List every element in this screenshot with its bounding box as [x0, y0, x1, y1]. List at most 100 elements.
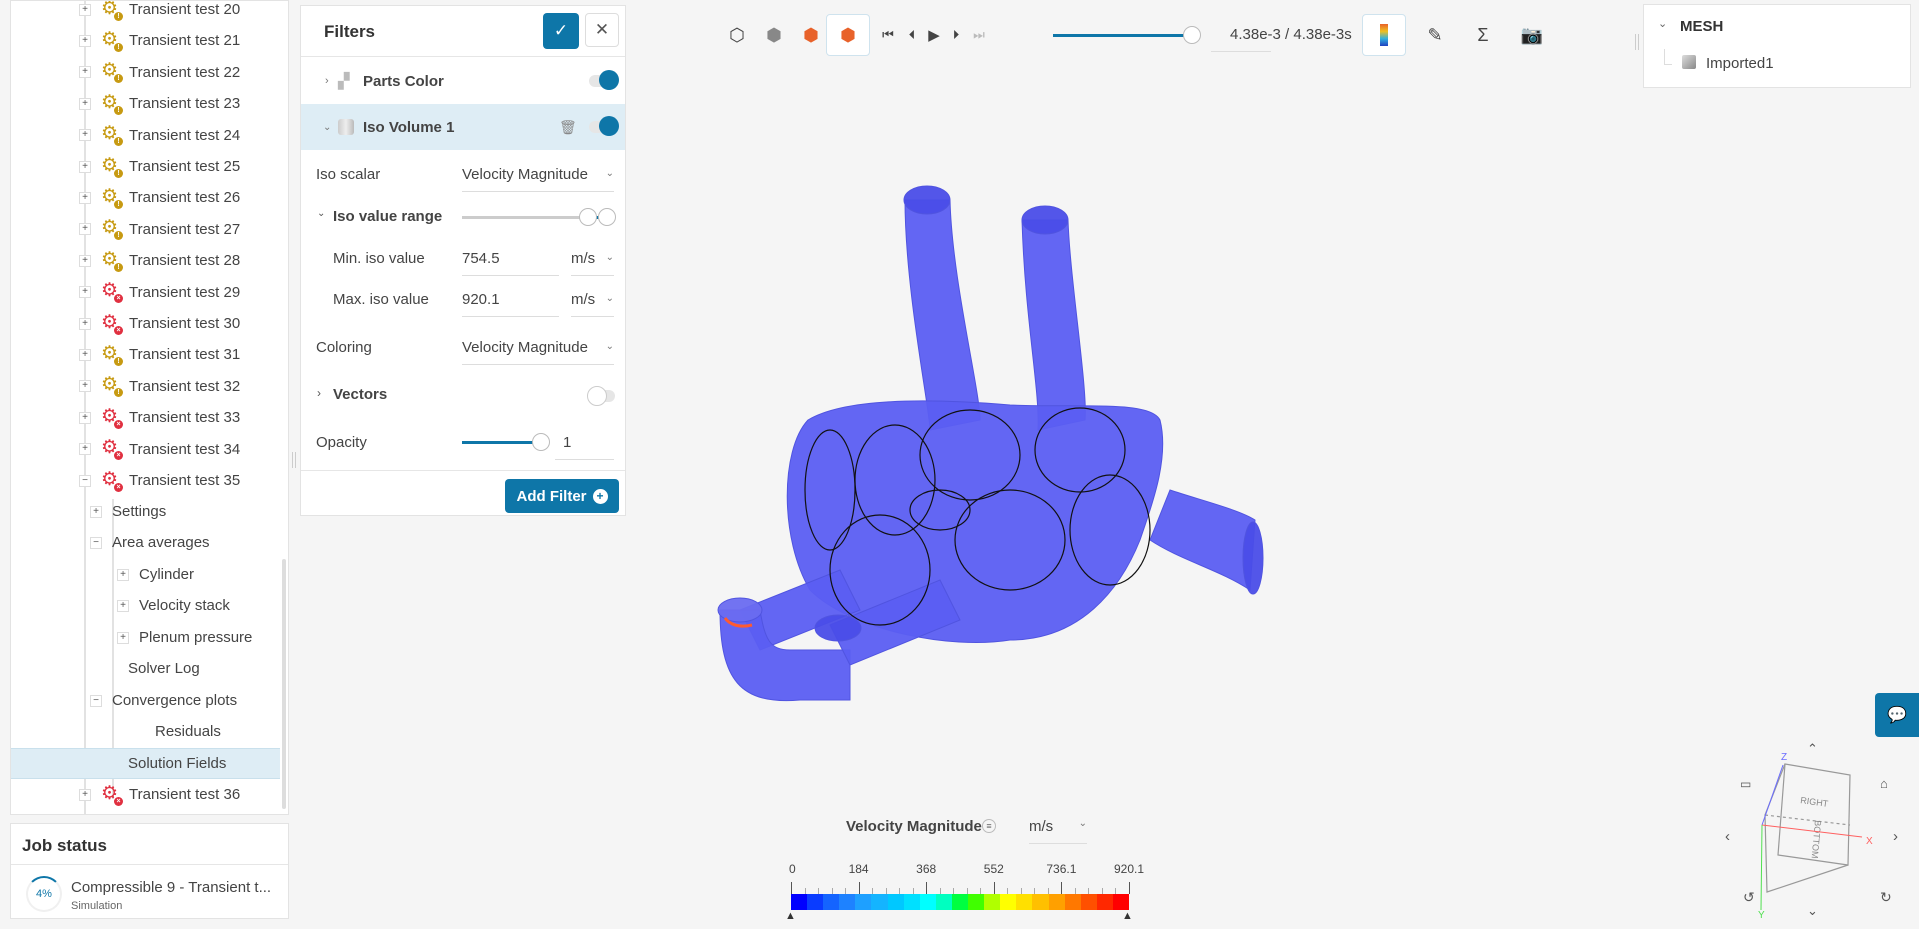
expand-icon[interactable]: + [79, 411, 91, 424]
tree-item-test[interactable]: + ⚙ × Transient test 30 [79, 308, 240, 339]
expand-icon[interactable]: + [79, 286, 91, 299]
legend-menu-icon[interactable]: ≡ [982, 819, 996, 833]
legend-unit-select[interactable]: m/s ⌄ [1029, 818, 1087, 844]
tree-item-convergence-plots[interactable]: − Convergence plots [90, 685, 237, 716]
expand-icon[interactable]: + [117, 631, 129, 644]
expand-icon[interactable]: + [79, 788, 91, 801]
expand-icon[interactable]: + [79, 129, 91, 142]
value: 1 [563, 434, 572, 451]
tree-item-test[interactable]: + ⚙ × Transient test 33 [79, 402, 240, 433]
trash-icon[interactable]: 🗑 [559, 119, 577, 136]
tree-item-solver-log[interactable]: Solver Log [128, 653, 200, 684]
tree-item-area-averages[interactable]: − Area averages [90, 527, 210, 558]
tree-item-test[interactable]: − ⚙ × Transient test 35 [79, 465, 240, 496]
min-iso-input[interactable]: 754.5 [462, 250, 559, 276]
tree-item-residuals[interactable]: Residuals [155, 716, 221, 747]
edges-view-button[interactable]: ⬢ [826, 14, 870, 56]
tree-item-test[interactable]: + ⚙! Transient test 32 [79, 371, 240, 402]
model-viewport[interactable] [680, 170, 1280, 730]
range-max-handle[interactable] [598, 208, 616, 226]
tree-item-test[interactable]: + ⚙! Transient test 26 [79, 182, 240, 213]
add-filter-button[interactable]: Add Filter + [505, 479, 619, 513]
max-iso-input[interactable]: 920.1 [462, 291, 559, 317]
tree-item-settings[interactable]: + Settings [90, 496, 166, 527]
vectors-toggle[interactable] [587, 386, 615, 406]
tree-item-velocity-stack[interactable]: + Velocity stack [117, 590, 230, 621]
chevron-down-icon[interactable]: ⌄ [323, 122, 331, 133]
collapse-icon[interactable]: − [79, 474, 91, 487]
collapse-icon[interactable]: − [90, 694, 102, 707]
apply-button[interactable]: ✓ [543, 13, 579, 49]
parts-color-toggle[interactable] [589, 70, 619, 90]
filter-parts-color[interactable]: › ▞ Parts Color [301, 58, 625, 104]
min-marker-icon[interactable]: ▲ [785, 910, 796, 922]
chevron-right-icon[interactable]: › [317, 386, 321, 400]
tree-item-test[interactable]: + ⚙! Transient test 23 [79, 88, 240, 119]
filter-iso-volume[interactable]: ⌄ Iso Volume 1 🗑 [301, 104, 625, 150]
tree-item-test[interactable]: + ⚙! Transient test 21 [79, 25, 240, 56]
label: Transient test 33 [129, 409, 241, 427]
tree-item-solution-fields[interactable]: Solution Fields [11, 748, 280, 779]
expand-icon[interactable]: + [79, 443, 91, 456]
opacity-input[interactable]: 1 [555, 434, 614, 460]
tree-item-test[interactable]: + ⚙ × Transient test 29 [79, 277, 240, 308]
coloring-select[interactable]: Velocity Magnitude ⌄ [462, 339, 614, 365]
legend-toggle-button[interactable] [1362, 14, 1406, 56]
chevron-down-icon[interactable]: ⌄ [1658, 17, 1667, 30]
play-button[interactable]: ▶ [922, 14, 946, 56]
collapse-icon[interactable]: − [90, 536, 102, 549]
chevron-right-icon[interactable]: › [325, 75, 329, 87]
expand-icon[interactable]: + [117, 568, 129, 581]
screenshot-button[interactable]: 📷 [1510, 14, 1554, 56]
mesh-item-imported1[interactable]: Imported1 [1706, 55, 1774, 72]
time-handle[interactable] [1183, 26, 1201, 44]
expand-icon[interactable]: + [79, 348, 91, 361]
tree-item-test-36[interactable]: + ⚙ × Transient test 36 [79, 779, 240, 810]
resize-handle[interactable] [292, 452, 296, 468]
expand-icon[interactable]: + [79, 254, 91, 267]
tree-item-test[interactable]: + ⚙! Transient test 28 [79, 245, 240, 276]
expand-icon[interactable]: + [79, 34, 91, 47]
statistics-button[interactable]: Σ [1461, 14, 1505, 56]
tree-item-test[interactable]: + ⚙! Transient test 20 [79, 1, 240, 25]
expand-icon[interactable]: + [79, 191, 91, 204]
resize-handle[interactable] [1635, 34, 1639, 50]
next-frame-button[interactable]: ⏵ [944, 14, 968, 56]
iso-volume-toggle[interactable] [589, 116, 619, 136]
tree-item-test[interactable]: + ⚙! Transient test 25 [79, 151, 240, 182]
expand-icon[interactable]: + [79, 317, 91, 330]
max-unit-select[interactable]: m/s ⌄ [571, 291, 614, 317]
range-min-handle[interactable] [579, 208, 597, 226]
expand-icon[interactable]: + [79, 160, 91, 173]
time-slider[interactable] [1053, 26, 1201, 44]
prev-frame-button[interactable]: ⏴ [900, 14, 924, 56]
chevron-down-icon[interactable]: ⌄ [317, 208, 325, 219]
expand-icon[interactable]: + [90, 505, 102, 518]
close-button[interactable]: ✕ [585, 13, 619, 47]
expand-icon[interactable]: + [79, 3, 91, 16]
tree-scrollbar[interactable] [282, 559, 286, 809]
expand-icon[interactable]: + [79, 66, 91, 79]
tree-item-test[interactable]: + ⚙! Transient test 27 [79, 214, 240, 245]
tree-item-test[interactable]: + ⚙ × Transient test 34 [79, 434, 240, 465]
opacity-handle[interactable] [532, 433, 550, 451]
iso-range-slider[interactable] [462, 208, 616, 226]
opacity-slider[interactable] [462, 433, 550, 451]
first-frame-button[interactable]: ⏮ [876, 14, 900, 56]
min-unit-select[interactable]: m/s ⌄ [571, 250, 614, 276]
max-marker-icon[interactable]: ▲ [1122, 910, 1133, 922]
expand-icon[interactable]: + [117, 599, 129, 612]
tree-item-test[interactable]: + ⚙! Transient test 22 [79, 57, 240, 88]
iso-scalar-select[interactable]: Velocity Magnitude ⌄ [462, 166, 614, 192]
navigation-gizmo[interactable]: RIGHT BOTTOM Z X Y ⌃ ⌄ ‹ › ▭ ⌂ ↺ ↻ [1725, 720, 1910, 920]
tree-item-test[interactable]: + ⚙! Transient test 31 [79, 339, 240, 370]
tree-item-plenum-pressure[interactable]: + Plenum pressure [117, 622, 252, 653]
tree-item-test[interactable]: + ⚙! Transient test 24 [79, 120, 240, 151]
last-frame-button[interactable]: ⏭ [967, 14, 991, 56]
job-name[interactable]: Compressible 9 - Transient t... [71, 879, 271, 896]
expand-icon[interactable]: + [79, 380, 91, 393]
expand-icon[interactable]: + [79, 97, 91, 110]
expand-icon[interactable]: + [79, 223, 91, 236]
probe-button[interactable]: ✎ [1413, 14, 1457, 56]
tree-item-cylinder[interactable]: + Cylinder [117, 559, 194, 590]
